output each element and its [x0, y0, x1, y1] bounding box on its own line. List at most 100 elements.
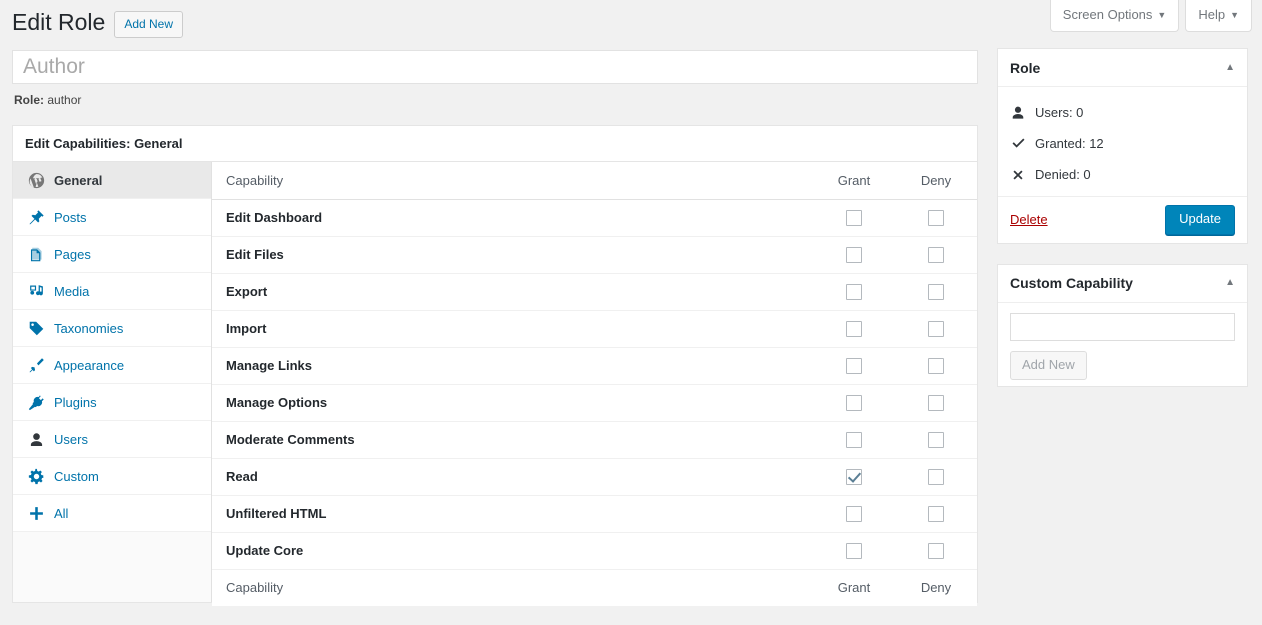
sidebar-item-general[interactable]: General [13, 162, 211, 199]
add-new-capability-button[interactable]: Add New [1010, 350, 1087, 381]
deny-cell [895, 347, 977, 385]
table-row: Manage Options [212, 384, 977, 422]
grant-cell [813, 236, 895, 274]
pin-icon [27, 208, 45, 226]
deny-cell [895, 273, 977, 311]
capability-name: Manage Options [212, 384, 813, 422]
add-new-role-button[interactable]: Add New [114, 11, 184, 39]
sidebar-item-appearance[interactable]: Appearance [13, 347, 211, 384]
column-header-capability: Capability [212, 162, 813, 200]
sidebar-item-label: Posts [54, 209, 87, 225]
deny-checkbox[interactable] [928, 320, 944, 337]
table-row: Import [212, 310, 977, 348]
chevron-up-icon[interactable]: ▲ [1225, 62, 1235, 73]
sidebar-item-media[interactable]: Media [13, 273, 211, 310]
grant-checkbox[interactable] [846, 431, 862, 448]
panel-body: General Posts Pages Media Taxonomies Appearan… [13, 162, 977, 606]
role-stat-label: Granted: 12 [1035, 136, 1104, 151]
chevron-down-icon: ▼ [1157, 10, 1167, 20]
role-stat: Granted: 12 [1010, 128, 1235, 159]
sidebar-item-label: Appearance [54, 357, 125, 373]
grant-cell [813, 310, 895, 348]
sidebar-item-custom[interactable]: Custom [13, 458, 211, 495]
grant-checkbox[interactable] [846, 283, 862, 300]
deny-checkbox[interactable] [928, 542, 944, 559]
deny-checkbox[interactable] [928, 209, 944, 226]
deny-cell [895, 310, 977, 348]
sidebar-item-label: All [54, 505, 69, 521]
grant-cell [813, 495, 895, 533]
grant-checkbox[interactable] [846, 320, 862, 337]
capability-table-foot: Capability Grant Deny [212, 568, 977, 606]
deny-checkbox[interactable] [928, 246, 944, 263]
column-footer-grant: Grant [813, 568, 895, 606]
custom-capability-input[interactable] [1010, 312, 1235, 341]
capability-table-body: Edit Dashboard Edit Files Export Import Mana… [212, 199, 977, 570]
table-row: Edit Files [212, 236, 977, 274]
capability-name: Export [212, 273, 813, 311]
delete-role-link[interactable]: Delete [1010, 212, 1048, 227]
grant-checkbox[interactable] [846, 246, 862, 263]
deny-checkbox[interactable] [928, 357, 944, 374]
sidebar-item-taxonomies[interactable]: Taxonomies [13, 310, 211, 347]
grant-cell [813, 458, 895, 496]
user-icon [27, 430, 45, 448]
help-tab[interactable]: Help ▼ [1185, 0, 1252, 32]
user-icon [1010, 105, 1026, 121]
plugin-icon [27, 393, 45, 411]
page-title: Edit Role [12, 9, 106, 35]
update-role-button[interactable]: Update [1165, 205, 1235, 235]
sidebar-item-label: General [54, 172, 103, 188]
role-name-input[interactable] [12, 50, 978, 84]
deny-checkbox[interactable] [928, 431, 944, 448]
deny-cell [895, 421, 977, 459]
grant-cell [813, 199, 895, 237]
sidebar-item-plugins[interactable]: Plugins [13, 384, 211, 421]
grant-checkbox[interactable] [846, 357, 862, 374]
table-row: Export [212, 273, 977, 311]
screen-options-label: Screen Options [1062, 7, 1153, 22]
deny-cell [895, 199, 977, 237]
brush-icon [27, 356, 45, 374]
sidebar-item-label: Custom [54, 468, 99, 484]
grant-cell [813, 347, 895, 385]
role-box-title: Role [1010, 59, 1041, 76]
sidebar-item-label: Plugins [54, 394, 97, 410]
sidebar-item-all[interactable]: All [13, 495, 211, 532]
screen-options-tab[interactable]: Screen Options ▼ [1049, 0, 1180, 32]
table-row: Read [212, 458, 977, 496]
column-header-deny: Deny [895, 162, 977, 200]
panel-heading: Edit Capabilities: General [13, 126, 977, 162]
role-slug-label: Role: [14, 93, 44, 107]
table-row: Unfiltered HTML [212, 495, 977, 533]
custom-capability-title: Custom Capability [1010, 275, 1133, 292]
capability-group-nav: General Posts Pages Media Taxonomies Appearan… [13, 162, 212, 602]
grant-checkbox[interactable] [846, 209, 862, 226]
grant-checkbox[interactable] [846, 505, 862, 522]
chevron-up-icon[interactable]: ▲ [1225, 278, 1235, 288]
role-stat: Denied: 0 [1010, 159, 1235, 190]
role-slug-value: author [47, 93, 82, 107]
sidebar-item-posts[interactable]: Posts [13, 199, 211, 236]
sidebar-item-users[interactable]: Users [13, 421, 211, 458]
chevron-down-icon: ▼ [1230, 10, 1239, 20]
deny-checkbox[interactable] [928, 468, 944, 485]
capability-name: Edit Dashboard [212, 199, 813, 237]
grant-checkbox[interactable] [846, 542, 862, 559]
wordpress-icon [27, 171, 45, 189]
deny-checkbox[interactable] [928, 505, 944, 522]
table-row: Manage Links [212, 347, 977, 385]
sidebar-item-pages[interactable]: Pages [13, 236, 211, 273]
deny-checkbox[interactable] [928, 394, 944, 411]
role-box: Role ▲ Users: 0 Granted: 12 Denied: 0 Dele… [997, 48, 1248, 244]
deny-checkbox[interactable] [928, 283, 944, 300]
grant-checkbox[interactable] [846, 468, 862, 485]
role-stat-label: Denied: 0 [1035, 167, 1091, 182]
gear-icon [27, 467, 45, 485]
sidebar-item-label: Taxonomies [54, 320, 124, 336]
tag-icon [27, 319, 45, 337]
capability-table: Capability Grant Deny Edit Dashboard Edit… [212, 162, 977, 606]
plus-icon [27, 504, 45, 522]
role-stat-label: Users: 0 [1035, 105, 1084, 120]
grant-checkbox[interactable] [846, 394, 862, 411]
